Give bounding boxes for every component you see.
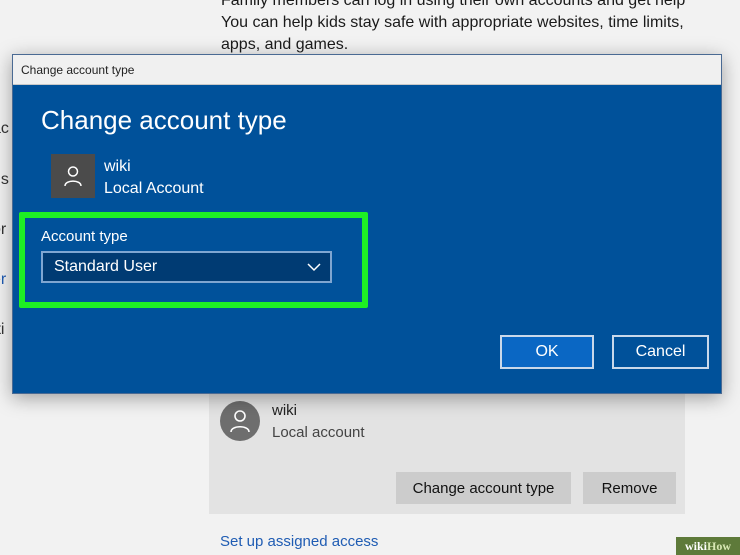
- family-description: Family members can log in using their ow…: [221, 0, 721, 56]
- sidebar-link-fragment[interactable]: er: [0, 271, 12, 289]
- account-card[interactable]: wiki Local account Change account type R…: [209, 388, 685, 514]
- account-type-selected: Standard User: [54, 258, 158, 275]
- sidebar-fragment: ac: [0, 120, 9, 137]
- change-account-type-dialog: Change account type Change account type …: [12, 54, 722, 394]
- account-avatar: [220, 401, 260, 441]
- user-avatar: [51, 154, 95, 198]
- dialog-heading: Change account type: [41, 105, 287, 135]
- account-type-label: Account type: [41, 228, 128, 245]
- chevron-down-icon: [307, 263, 321, 272]
- ok-button[interactable]: OK: [500, 335, 594, 369]
- watermark-how: How: [707, 538, 731, 553]
- person-icon: [64, 166, 82, 187]
- remove-button[interactable]: Remove: [583, 472, 676, 504]
- account-type-text: Local account: [272, 424, 365, 441]
- description-line: Family members can log in using their ow…: [221, 0, 686, 9]
- cancel-button[interactable]: Cancel: [612, 335, 709, 369]
- watermark-wiki: wiki: [684, 538, 707, 553]
- change-account-type-button[interactable]: Change account type: [396, 472, 571, 504]
- user-account-kind: Local Account: [104, 180, 204, 197]
- user-name: wiki: [104, 158, 131, 175]
- dialog-titlebar[interactable]: Change account type: [13, 55, 721, 85]
- assigned-access-link[interactable]: Set up assigned access: [220, 533, 378, 550]
- sidebar-fragment: ns: [0, 171, 9, 188]
- account-name: wiki: [272, 402, 297, 419]
- wikihow-watermark: wiki How: [676, 537, 740, 555]
- description-line: apps, and games.: [221, 36, 349, 53]
- person-icon: [230, 410, 250, 433]
- dialog-window-title: Change account type: [21, 62, 135, 77]
- account-type-dropdown[interactable]: Standard User: [41, 251, 332, 283]
- sidebar-fragment: or: [0, 221, 7, 238]
- description-line: You can help kids stay safe with appropr…: [221, 14, 684, 31]
- sidebar-fragment: tti: [0, 321, 5, 338]
